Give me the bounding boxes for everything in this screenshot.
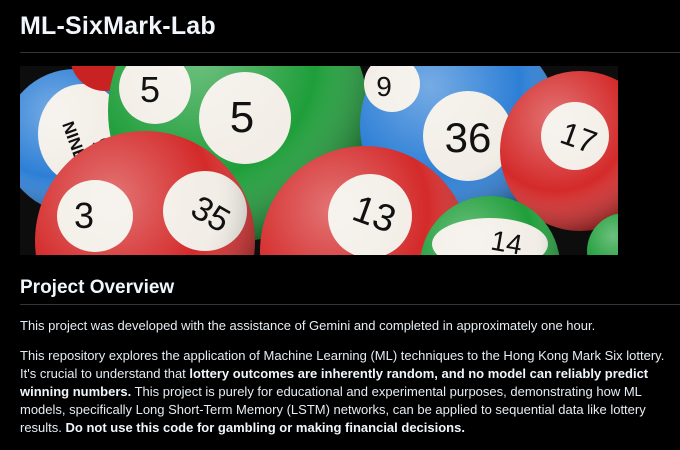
ball-label: 5	[230, 93, 254, 142]
section-heading-overview: Project Overview	[20, 277, 175, 298]
section-divider	[20, 304, 680, 305]
ball-label: 9	[376, 71, 392, 102]
intro-paragraph: This project was developed with the assi…	[20, 318, 596, 333]
lottery-balls-image: NINE 9 5 5 36 9	[20, 66, 618, 255]
bold-warning-gambling: Do not use this code for gambling or mak…	[65, 420, 465, 435]
repo-title: ML-SixMark-Lab	[20, 12, 216, 40]
ball-label: 3	[74, 195, 94, 236]
description-paragraph: This repository explores the application…	[20, 347, 675, 437]
readme-page: ML-SixMark-Lab NINE 9	[0, 0, 680, 450]
ball-label: 14	[489, 225, 525, 255]
title-divider	[20, 52, 680, 53]
ball-label: 36	[445, 114, 492, 161]
ball-label: 5	[140, 69, 160, 110]
